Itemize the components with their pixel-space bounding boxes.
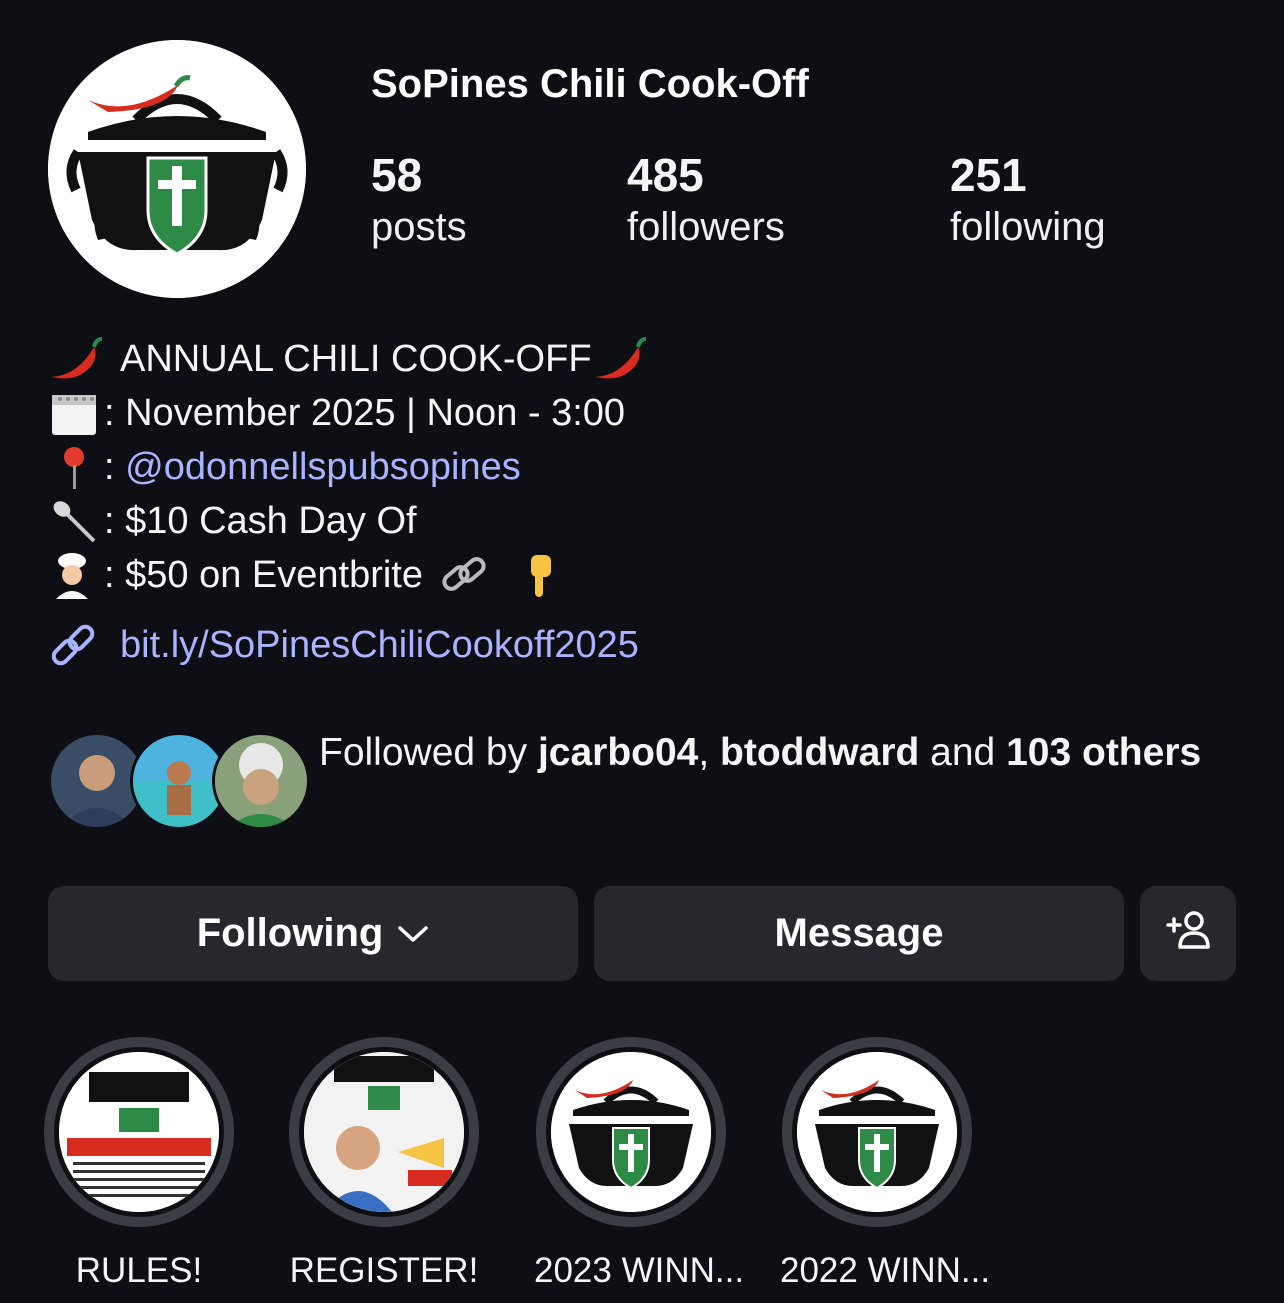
highlight-inner [54, 1047, 224, 1217]
highlight-ring [44, 1037, 234, 1227]
following-count: 251 [950, 149, 1027, 201]
highlight-inner [299, 1047, 469, 1217]
highlight-inner [792, 1047, 962, 1217]
highlight-ring [289, 1037, 479, 1227]
bio-location-prefix: : [104, 445, 126, 488]
mutual-others[interactable]: 103 others [1006, 731, 1201, 774]
highlight-2023-winners[interactable]: 2023 WINN... [534, 1037, 745, 1291]
chain-link-icon [437, 551, 493, 599]
location-mention-link[interactable]: @odonnellspubsopines [125, 446, 521, 489]
followers-label: followers [627, 205, 785, 249]
chevron-down-icon [397, 924, 429, 944]
followed-by-and: and [919, 731, 1007, 774]
following-label: following [950, 205, 1106, 249]
bio-cash-text: : $10 Cash Day Of [104, 499, 417, 542]
highlight-ring [782, 1037, 972, 1227]
following-button-label: Following [196, 911, 384, 955]
spoon-icon [48, 497, 104, 545]
chili-pepper-icon [48, 335, 104, 383]
followers-count: 485 [627, 149, 704, 201]
profile-page: SoPines Chili Cook-Off 58 posts 485 foll… [0, 0, 1284, 1303]
add-person-icon [1164, 907, 1212, 961]
chili-pot-logo [48, 40, 306, 298]
pointing-down-icon [513, 551, 569, 599]
register-highlight-image [304, 1052, 464, 1212]
mutual-followers-avatars[interactable] [48, 732, 310, 830]
bio: ANNUAL CHILI COOK-OFF : November 2025 | … [48, 332, 948, 672]
pin-icon [48, 443, 104, 491]
stat-followers[interactable]: 485 followers [627, 148, 785, 252]
message-button[interactable]: Message [594, 886, 1124, 981]
bio-line-location: : @odonnellspubsopines [48, 440, 948, 494]
highlight-label: RULES! [75, 1251, 203, 1290]
followed-by-text[interactable]: Followed by jcarbo04, btoddward and 103 … [319, 726, 1219, 780]
chili-pepper-icon [592, 335, 648, 383]
stat-posts[interactable]: 58 posts [371, 148, 467, 252]
highlight-label: REGISTER! [289, 1251, 479, 1290]
add-user-button[interactable] [1140, 886, 1236, 981]
highlight-2022-winners[interactable]: 2022 WINN... [780, 1037, 991, 1291]
highlight-label: 2022 WINN... [780, 1251, 991, 1290]
profile-avatar[interactable] [48, 40, 306, 298]
avatar [212, 732, 310, 830]
logo-highlight-image [797, 1052, 957, 1212]
following-button[interactable]: Following [48, 886, 578, 981]
highlight-register[interactable]: REGISTER! [287, 1037, 481, 1291]
mutual-user-1[interactable]: jcarbo04 [538, 731, 698, 774]
bio-eventbrite-text: : $50 on Eventbrite [104, 553, 423, 596]
profile-name: SoPines Chili Cook-Off [371, 62, 809, 106]
rules-highlight-image [59, 1052, 219, 1212]
stat-following[interactable]: 251 following [950, 148, 1106, 252]
bio-link[interactable]: bit.ly/SoPinesChiliCookoff2025 [120, 624, 639, 667]
followed-by-prefix: Followed by [319, 731, 538, 774]
followed-by-separator: , [698, 731, 721, 774]
highlight-rules[interactable]: RULES! [42, 1037, 236, 1291]
mutual-user-2[interactable]: btoddward [720, 731, 919, 774]
logo-highlight-image [551, 1052, 711, 1212]
message-button-label: Message [774, 911, 944, 955]
bio-line-date: : November 2025 | Noon - 3:00 [48, 386, 948, 440]
link-icon [48, 621, 104, 669]
posts-count: 58 [371, 149, 423, 201]
bio-date-text: : November 2025 | Noon - 3:00 [104, 391, 626, 434]
bio-title-text: ANNUAL CHILI COOK-OFF [120, 337, 592, 380]
calendar-icon [48, 389, 104, 437]
bio-line-eventbrite: : $50 on Eventbrite [48, 548, 948, 602]
bio-link-line[interactable]: bit.ly/SoPinesChiliCookoff2025 [48, 618, 948, 672]
bio-line-cash: : $10 Cash Day Of [48, 494, 948, 548]
bio-line-title: ANNUAL CHILI COOK-OFF [48, 332, 948, 386]
chef-icon [48, 551, 104, 599]
highlight-ring [536, 1037, 726, 1227]
highlight-inner [546, 1047, 716, 1217]
highlight-label: 2023 WINN... [534, 1251, 745, 1290]
posts-label: posts [371, 205, 467, 249]
